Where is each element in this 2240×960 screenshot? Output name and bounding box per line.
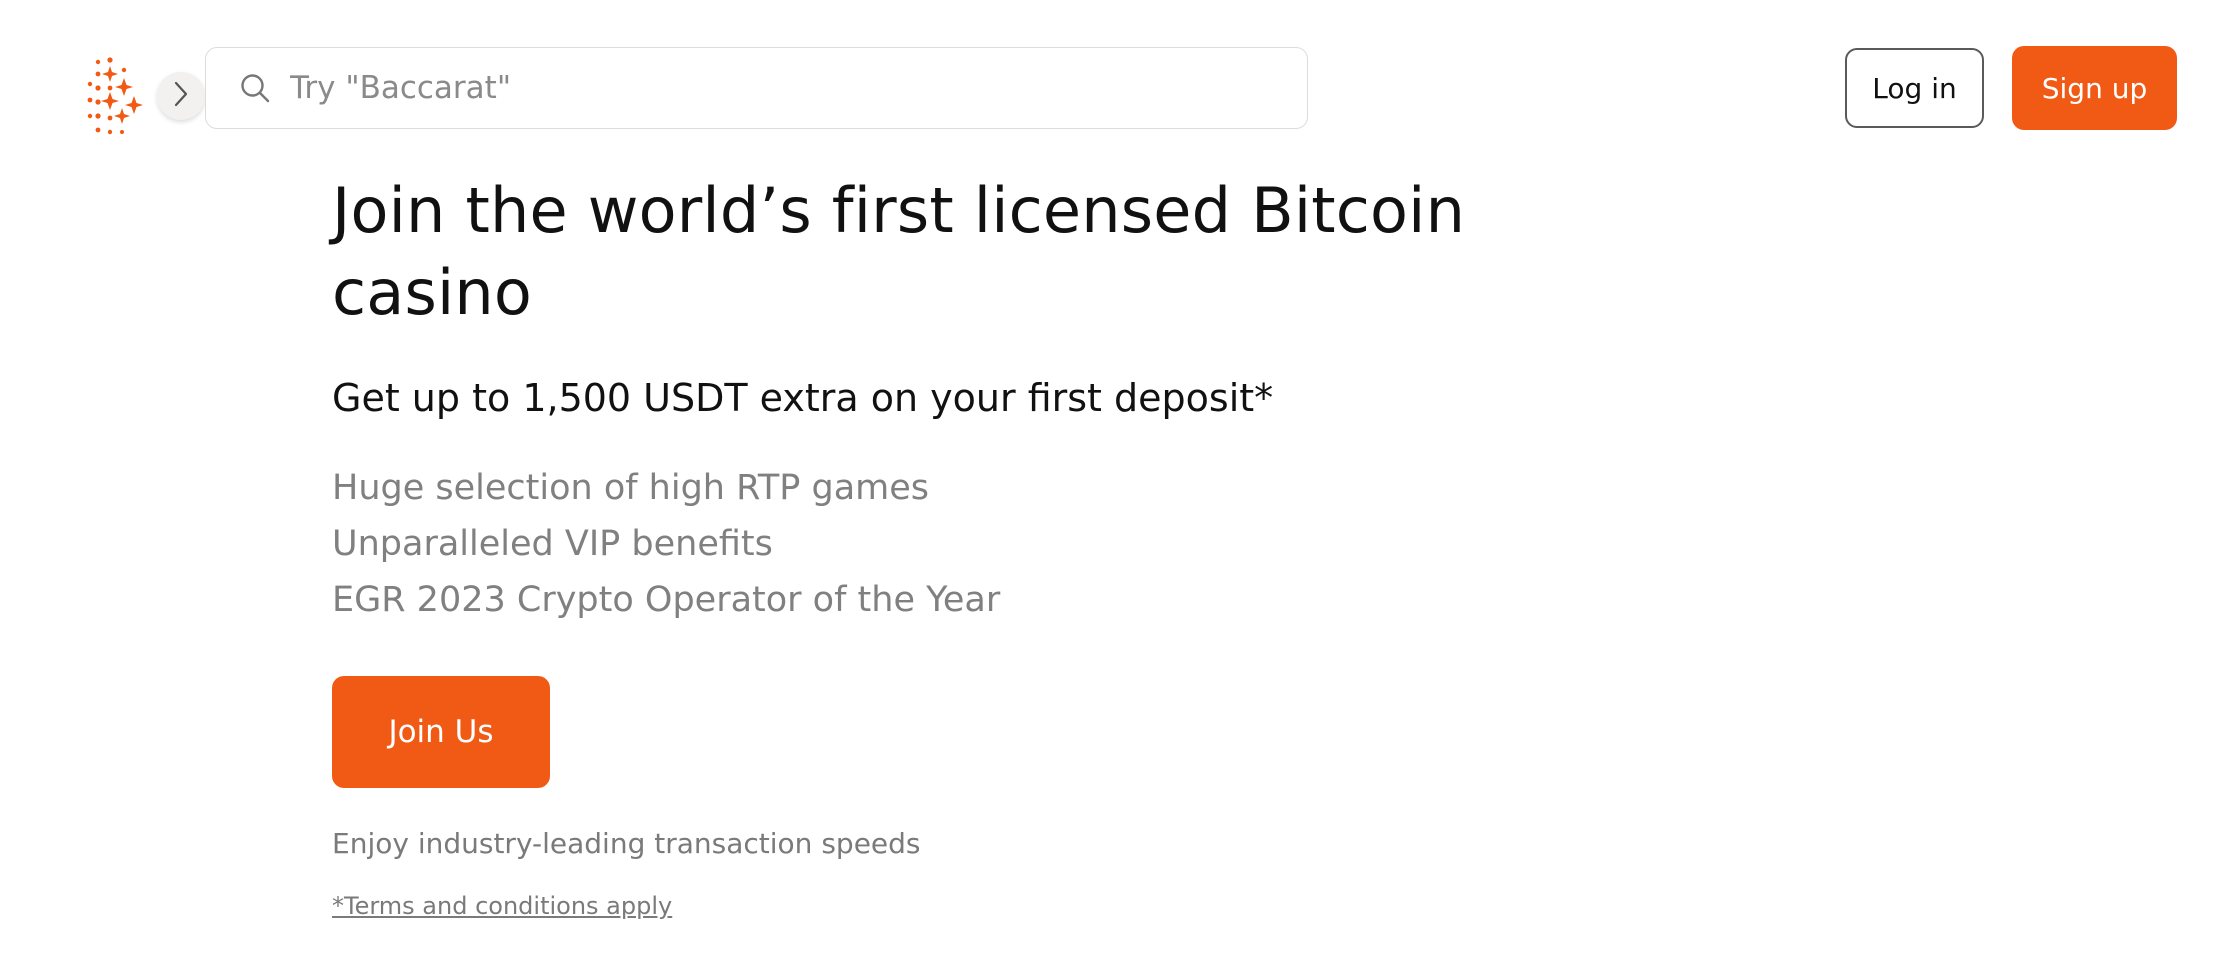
top-bar: Log in Sign up [0,0,2240,180]
hero-subtitle: Get up to 1,500 USDT extra on your first… [332,376,1274,420]
login-button[interactable]: Log in [1845,48,1984,128]
transaction-speeds-text: Enjoy industry-leading transaction speed… [332,827,921,860]
sidebar-toggle-button[interactable] [157,72,205,120]
signup-button[interactable]: Sign up [2012,46,2177,130]
search-input[interactable] [288,69,1252,107]
terms-link[interactable]: *Terms and conditions apply [332,892,672,920]
feature-item: EGR 2023 Crypto Operator of the Year [332,580,1001,620]
hero-title: Join the world’s first licensed Bitcoin … [332,174,1466,329]
search-bar[interactable] [205,47,1308,129]
feature-list: Huge selection of high RTP games Unparal… [332,460,1532,628]
hero-section: Join the world’s first licensed Bitcoin … [332,170,1532,920]
chevron-right-icon [171,79,191,113]
feature-item: Unparalleled VIP benefits [332,524,773,564]
brand-logo-icon[interactable] [84,56,146,138]
feature-item: Huge selection of high RTP games [332,468,930,508]
join-us-button[interactable]: Join Us [332,676,550,788]
search-icon [238,71,272,105]
